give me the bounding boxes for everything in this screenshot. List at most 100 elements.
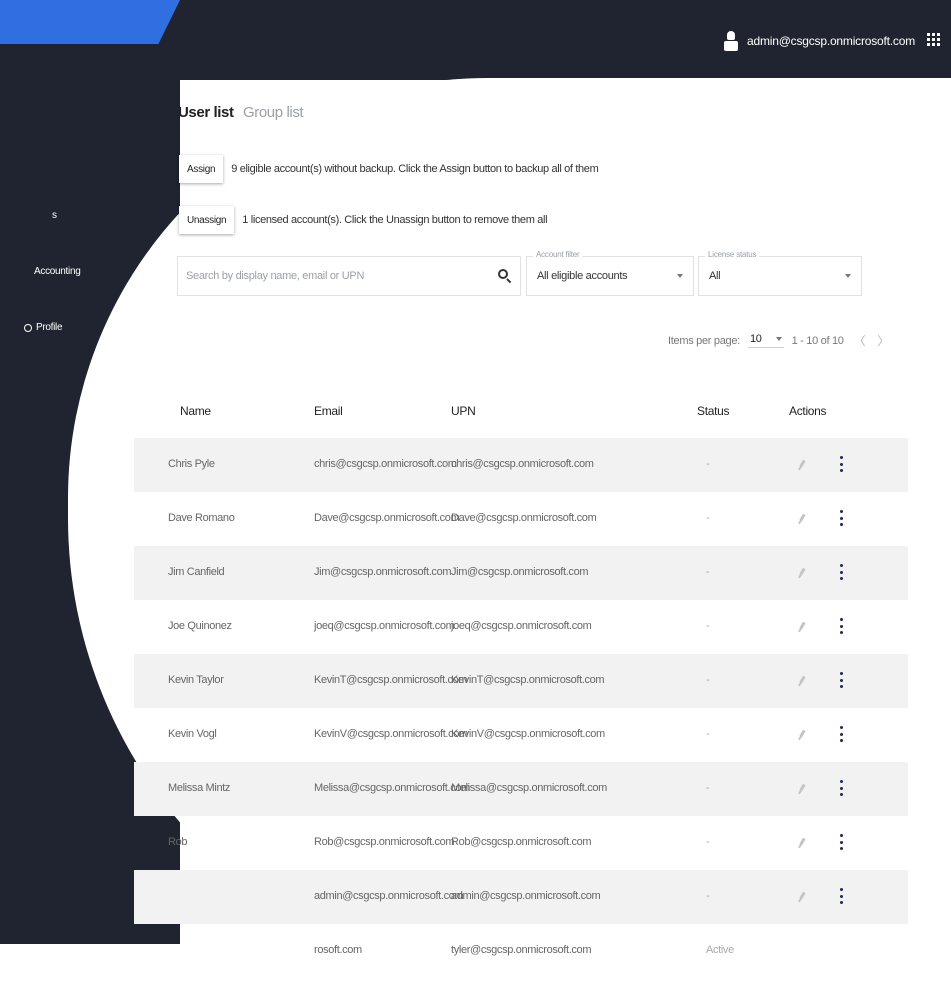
assign-pin-icon[interactable] [798, 567, 806, 579]
tab-user-list[interactable]: User list [178, 104, 234, 121]
next-page-button[interactable]: 〉 [875, 332, 891, 349]
cell-email: Melissa@csgcsp.onmicrosoft.com [314, 782, 470, 794]
table-row[interactable]: rosoft.com tyler@csgcsp.onmicrosoft.com Ac… [134, 924, 908, 978]
column-header-status[interactable]: Status [697, 404, 730, 418]
assign-pin-icon[interactable] [798, 675, 806, 687]
cell-upn: joeq@csgcsp.onmicrosoft.com [451, 620, 592, 632]
cell-email: admin@csgcsp.onmicrosoft.com [314, 890, 464, 902]
cell-name: Kevin Vogl [168, 728, 217, 740]
tab-group-list[interactable]: Group list [243, 104, 304, 121]
cell-name: Jim Canfield [168, 566, 225, 578]
column-header-actions: Actions [789, 404, 827, 418]
cell-email: Jim@csgcsp.onmicrosoft.com [314, 566, 452, 578]
table-row[interactable]: Kevin Vogl KevinV@csgcsp.onmicrosoft.com K… [134, 708, 908, 762]
cell-status: - [706, 458, 710, 470]
cell-upn: KevinT@csgcsp.onmicrosoft.com [451, 674, 605, 686]
column-header-name[interactable]: Name [180, 404, 211, 418]
license-status-select[interactable]: License status All [698, 250, 862, 296]
column-header-upn[interactable]: UPN [451, 404, 476, 418]
cell-upn: admin@csgcsp.onmicrosoft.com [451, 890, 601, 902]
assign-pin-icon[interactable] [798, 837, 806, 849]
cell-upn: Dave@csgcsp.onmicrosoft.com [451, 512, 597, 524]
more-options-icon[interactable] [840, 510, 844, 526]
cell-name: Joe Quinonez [168, 620, 232, 632]
cell-email: rosoft.com [314, 944, 362, 956]
cell-upn: KevinV@csgcsp.onmicrosoft.com [451, 728, 605, 740]
search-icon[interactable] [498, 269, 512, 284]
cell-status: - [706, 728, 710, 740]
search-input[interactable] [186, 270, 498, 282]
cell-name: Melissa Mintz [168, 782, 231, 794]
cell-upn: Rob@csgcsp.onmicrosoft.com [451, 836, 592, 848]
more-options-icon[interactable] [840, 780, 844, 796]
cell-name: Dave Romano [168, 512, 235, 524]
more-options-icon[interactable] [840, 834, 844, 850]
cell-status: - [706, 836, 710, 848]
assign-pin-icon[interactable] [798, 891, 806, 903]
app-window: admin@csgcsp.onmicrosoft.com s Accountin… [0, 0, 951, 991]
unassign-button[interactable]: Unassign [179, 206, 235, 234]
assign-pin-icon[interactable] [798, 621, 806, 633]
items-per-page-label: Items per page: [668, 334, 740, 347]
more-options-icon[interactable] [840, 672, 844, 688]
account-filter-value: All eligible accounts [537, 270, 628, 282]
account-filter-select[interactable]: Account filter All eligible accounts [526, 250, 694, 296]
unassign-row: Unassign 1 licensed account(s). Click th… [179, 206, 548, 234]
main-content: User list Group list Assign 9 eligible a… [0, 0, 951, 991]
cell-upn: chris@csgcsp.onmicrosoft.com [451, 458, 594, 470]
cell-email: Rob@csgcsp.onmicrosoft.com [314, 836, 455, 848]
table-row[interactable]: Rob Rob@csgcsp.onmicrosoft.com Rob@csgcsp.… [134, 816, 908, 870]
cell-name: Chris Pyle [168, 458, 215, 470]
page-range: 1 - 10 of 10 [791, 334, 844, 347]
cell-status: Active [706, 944, 734, 956]
more-options-icon[interactable] [840, 456, 844, 472]
assign-pin-icon[interactable] [798, 459, 806, 471]
assign-pin-icon[interactable] [798, 783, 806, 795]
cell-status: - [706, 674, 710, 686]
table-row[interactable]: admin@csgcsp.onmicrosoft.com admin@csgcsp… [134, 870, 908, 924]
unassign-message: 1 licensed account(s). Click the Unassig… [242, 214, 548, 226]
table-row[interactable]: Joe Quinonez joeq@csgcsp.onmicrosoft.com j… [134, 600, 908, 654]
license-status-label: License status [705, 250, 760, 259]
cell-email: KevinT@csgcsp.onmicrosoft.com [314, 674, 468, 686]
assign-pin-icon[interactable] [798, 513, 806, 525]
cell-status: - [706, 512, 710, 524]
cell-upn: Jim@csgcsp.onmicrosoft.com [451, 566, 589, 578]
cell-status: - [706, 566, 710, 578]
previous-page-button[interactable]: 〈 [852, 332, 868, 349]
chevron-down-icon [677, 274, 683, 278]
cell-status: - [706, 620, 710, 632]
paginator: Items per page: 10 1 - 10 of 10 〈 〉 [668, 332, 891, 349]
account-filter-label: Account filter [533, 250, 583, 259]
table-row[interactable]: Melissa Mintz Melissa@csgcsp.onmicrosoft.… [134, 762, 908, 816]
cell-upn: tyler@csgcsp.onmicrosoft.com [451, 944, 592, 956]
cell-upn: Melissa@csgcsp.onmicrosoft.com [451, 782, 607, 794]
cell-email: chris@csgcsp.onmicrosoft.com [314, 458, 457, 470]
cell-name: Rob [168, 836, 188, 848]
table-row[interactable]: Kevin Taylor KevinT@csgcsp.onmicrosoft.co… [134, 654, 908, 708]
cell-email: joeq@csgcsp.onmicrosoft.com [314, 620, 455, 632]
license-status-value: All [709, 270, 721, 282]
more-options-icon[interactable] [840, 888, 844, 904]
items-per-page-select[interactable]: 10 [747, 333, 784, 348]
cell-email: KevinV@csgcsp.onmicrosoft.com [314, 728, 468, 740]
assign-row: Assign 9 eligible account(s) without bac… [179, 155, 599, 183]
search-field [177, 256, 521, 296]
cell-status: - [706, 890, 710, 902]
chevron-down-icon [775, 337, 782, 341]
assign-pin-icon[interactable] [798, 729, 806, 741]
chevron-down-icon [845, 274, 851, 278]
more-options-icon[interactable] [840, 564, 844, 580]
column-header-email[interactable]: Email [314, 404, 343, 418]
more-options-icon[interactable] [840, 618, 844, 634]
table-row[interactable]: Dave Romano Dave@csgcsp.onmicrosoft.com Da… [134, 492, 908, 546]
assign-button[interactable]: Assign [179, 155, 224, 183]
cell-status: - [706, 782, 710, 794]
table-row[interactable]: Chris Pyle chris@csgcsp.onmicrosoft.com ch… [134, 438, 908, 492]
table-row[interactable]: Jim Canfield Jim@csgcsp.onmicrosoft.com Ji… [134, 546, 908, 600]
assign-message: 9 eligible account(s) without backup. Cl… [231, 163, 599, 175]
cell-name: Kevin Taylor [168, 674, 224, 686]
cell-email: Dave@csgcsp.onmicrosoft.com [314, 512, 460, 524]
more-options-icon[interactable] [840, 726, 844, 742]
items-per-page-value: 10 [749, 333, 762, 345]
